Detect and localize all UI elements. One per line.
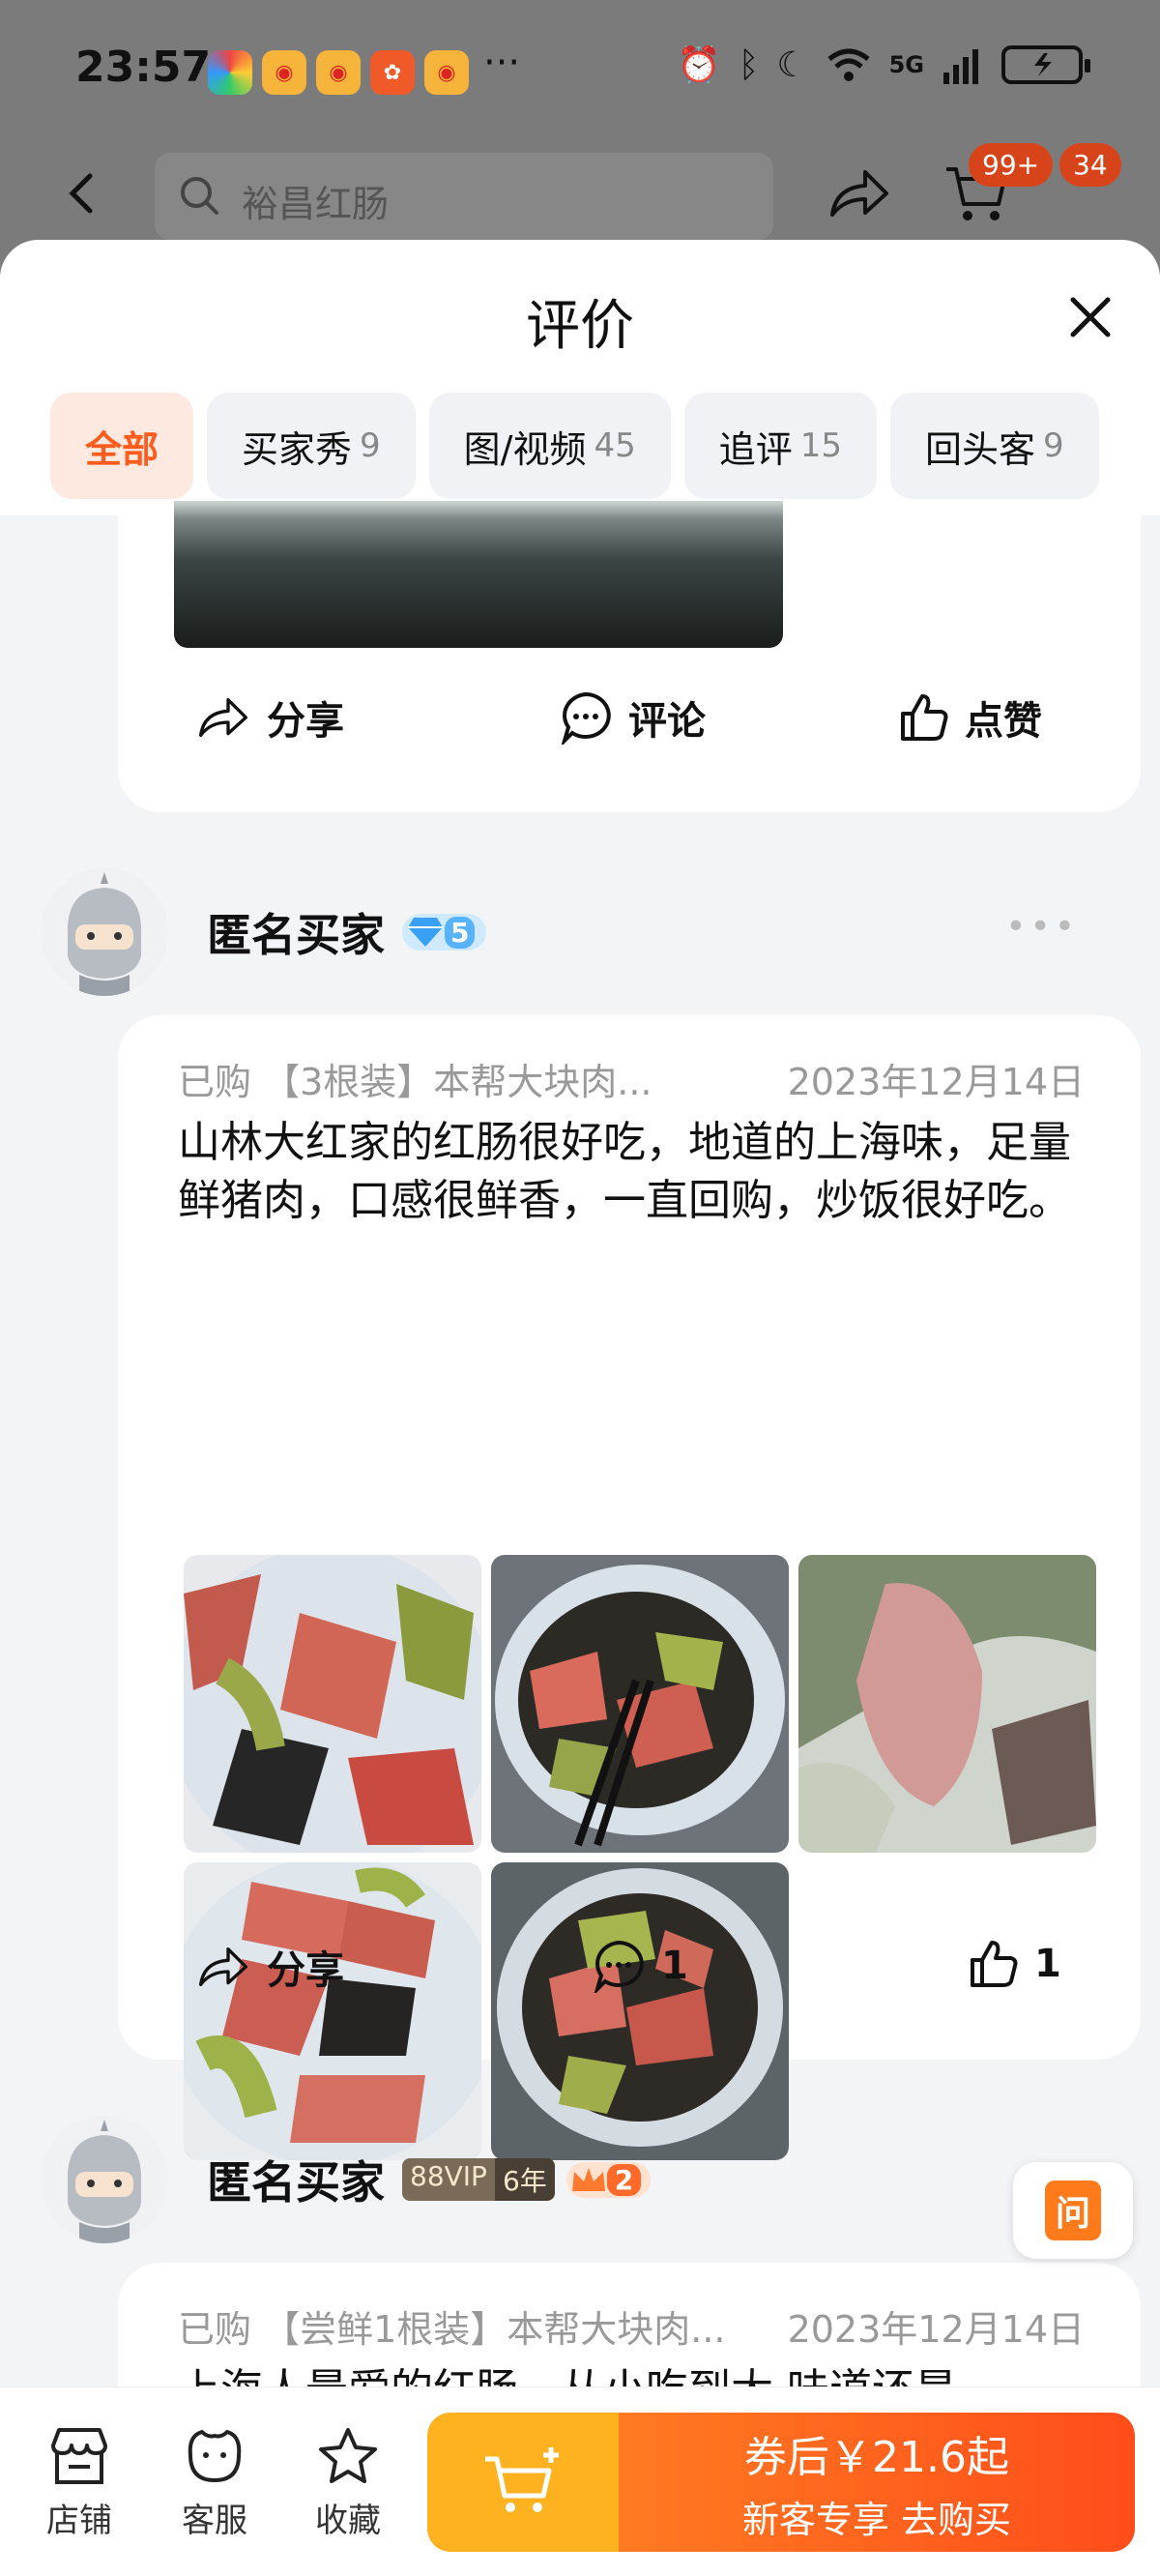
bottom-bar: 店铺 客服 收藏 券后￥21.6起 新客专享 去购买	[0, 2386, 1160, 2576]
vip-badge: 88VIP 6年	[402, 2158, 555, 2201]
star-icon	[319, 2428, 377, 2483]
review-tabs: 全部 买家秀 9 图/视频 45 追评 15 回头客 9	[50, 393, 1099, 499]
status-time: 23:57	[75, 43, 212, 92]
reviewer-name: 匿名买家	[207, 909, 385, 961]
share-icon[interactable]	[826, 164, 892, 222]
tab-follow-up[interactable]: 追评 15	[683, 393, 878, 499]
bluetooth-icon: ᛒ	[738, 44, 760, 85]
weibo-icon: ◉	[424, 50, 469, 95]
review-actions: 分享 1 1	[118, 1939, 1141, 2016]
network-label: 5G	[888, 51, 924, 78]
review-text: 上海人最爱的红肠，从小吃到大 味道还是	[178, 2361, 1090, 2386]
review-card: 已购 【尝鲜1根装】本帮大块肉... 2023年12月14日 上海人最爱的红肠，…	[118, 2263, 1141, 2386]
reviewer-header: 匿名买家 5	[41, 868, 487, 996]
thumbs-up-icon	[971, 1941, 1018, 1987]
review-date: 2023年12月14日	[787, 1061, 1085, 1103]
share-button[interactable]: 分享	[195, 1939, 344, 1995]
diamond-level-badge: 5	[402, 914, 487, 951]
sheet-header: 评价 全部 买家秀 9 图/视频 45 追评 15 回头客 9	[0, 240, 1160, 515]
review-date: 2023年12月14日	[787, 2308, 1085, 2351]
shop-button[interactable]: 店铺	[31, 2426, 128, 2541]
review-photo[interactable]	[798, 1555, 1096, 1853]
add-cart-icon	[485, 2447, 559, 2512]
more-notifications: ···	[483, 41, 521, 85]
moon-icon: ☾	[776, 44, 808, 85]
more-options-icon[interactable]: •••	[1005, 907, 1079, 947]
like-button[interactable]: 点赞	[899, 689, 1042, 746]
review-meta: 已购 【3根装】本帮大块肉... 2023年12月14日	[178, 1052, 1085, 1105]
comment-icon	[561, 691, 611, 745]
review-photo[interactable]	[184, 1555, 481, 1853]
battery-icon	[1001, 45, 1090, 84]
comment-button[interactable]: 1	[592, 1939, 688, 1993]
purchased-product[interactable]: 已购 【3根装】本帮大块肉...	[178, 1052, 652, 1105]
buy-button[interactable]: 券后￥21.6起 新客专享 去购买	[427, 2413, 1135, 2552]
crown-level-badge: 2	[566, 2161, 652, 2198]
weibo-icon: ◉	[316, 50, 361, 95]
shop-icon	[51, 2428, 107, 2484]
review-meta: 已购 【尝鲜1根装】本帮大块肉... 2023年12月14日	[178, 2299, 1085, 2353]
purchased-product[interactable]: 已购 【尝鲜1根装】本帮大块肉...	[178, 2299, 726, 2353]
ninja-avatar-icon	[41, 2116, 168, 2243]
share-icon	[199, 1947, 247, 1986]
service-face-icon	[188, 2429, 242, 2483]
back-arrow-icon[interactable]	[53, 164, 111, 222]
review-card: 分享 评论 点赞	[118, 501, 1141, 812]
sheet-title: 评价	[526, 295, 634, 358]
tab-photo-video[interactable]: 图/视频 45	[428, 393, 671, 499]
notification-icons: ◉ ◉ ✿ ◉	[208, 50, 469, 95]
app-icon	[208, 50, 252, 95]
cta-label: 新客专享 去购买	[741, 2498, 1012, 2541]
purchase-cta[interactable]: 券后￥21.6起 新客专享 去购买	[619, 2413, 1135, 2552]
review-photo[interactable]	[174, 501, 783, 648]
reviewer-name: 匿名买家	[207, 2156, 385, 2209]
search-icon	[181, 177, 218, 215]
search-box[interactable]: 裕昌红肠	[155, 153, 773, 240]
review-card: 已购 【3根装】本帮大块肉... 2023年12月14日 山林大红家的红肠很好吃…	[118, 1015, 1141, 2160]
wifi-icon	[827, 48, 870, 81]
thumbs-up-icon	[901, 694, 948, 741]
weibo-icon: ◉	[262, 50, 306, 95]
reviews-sheet: 评价 全部 买家秀9 图/视频45 追评15 回头客9 分享 评论 点赞	[0, 240, 1160, 2386]
diamond-icon	[408, 918, 443, 947]
favorite-button[interactable]: 收藏	[300, 2426, 396, 2541]
crown-icon	[571, 2168, 605, 2191]
share-button[interactable]: 分享	[195, 689, 344, 746]
comment-button[interactable]: 评论	[559, 689, 706, 746]
tab-returning[interactable]: 回头客 9	[890, 393, 1099, 499]
message-badge: 34	[1059, 143, 1121, 187]
share-icon	[199, 698, 247, 737]
search-text: 裕昌红肠	[242, 183, 390, 225]
cart-badge: 99+	[969, 143, 1054, 187]
reviewer-header: 匿名买家 88VIP 6年 2	[41, 2116, 652, 2243]
alarm-icon: ⏰	[677, 45, 721, 85]
tab-buyer-show[interactable]: 买家秀 9	[207, 393, 416, 499]
customer-service-button[interactable]: 客服	[166, 2426, 263, 2541]
comment-icon	[594, 1940, 644, 1993]
ask-question-button[interactable]: 问	[1013, 2162, 1133, 2259]
ask-icon: 问	[1045, 2181, 1101, 2240]
ninja-avatar-icon	[41, 868, 168, 996]
review-actions: 分享 评论 点赞	[118, 689, 1141, 767]
kuaishou-icon: ✿	[370, 50, 415, 95]
add-to-cart-button[interactable]	[427, 2413, 619, 2552]
close-icon[interactable]	[1063, 290, 1117, 344]
review-photo[interactable]	[491, 1555, 789, 1853]
coupon-price: 券后￥21.6起	[744, 2432, 1009, 2482]
review-text: 山林大红家的红肠很好吃，地道的上海味，足量鲜猪肉，口感很鲜香，一直回购，炒饭很好…	[178, 1118, 1071, 1225]
signal-icon	[943, 49, 978, 84]
status-bar: 23:57 ◉ ◉ ✿ ◉ ··· ⏰ ᛒ ☾ 5G	[0, 0, 1160, 145]
avatar[interactable]	[41, 2116, 168, 2243]
avatar[interactable]	[41, 868, 168, 996]
tab-all[interactable]: 全部	[50, 393, 194, 499]
like-button[interactable]: 1	[969, 1939, 1061, 1989]
system-icons: ⏰ ᛒ ☾ 5G	[677, 44, 1090, 85]
